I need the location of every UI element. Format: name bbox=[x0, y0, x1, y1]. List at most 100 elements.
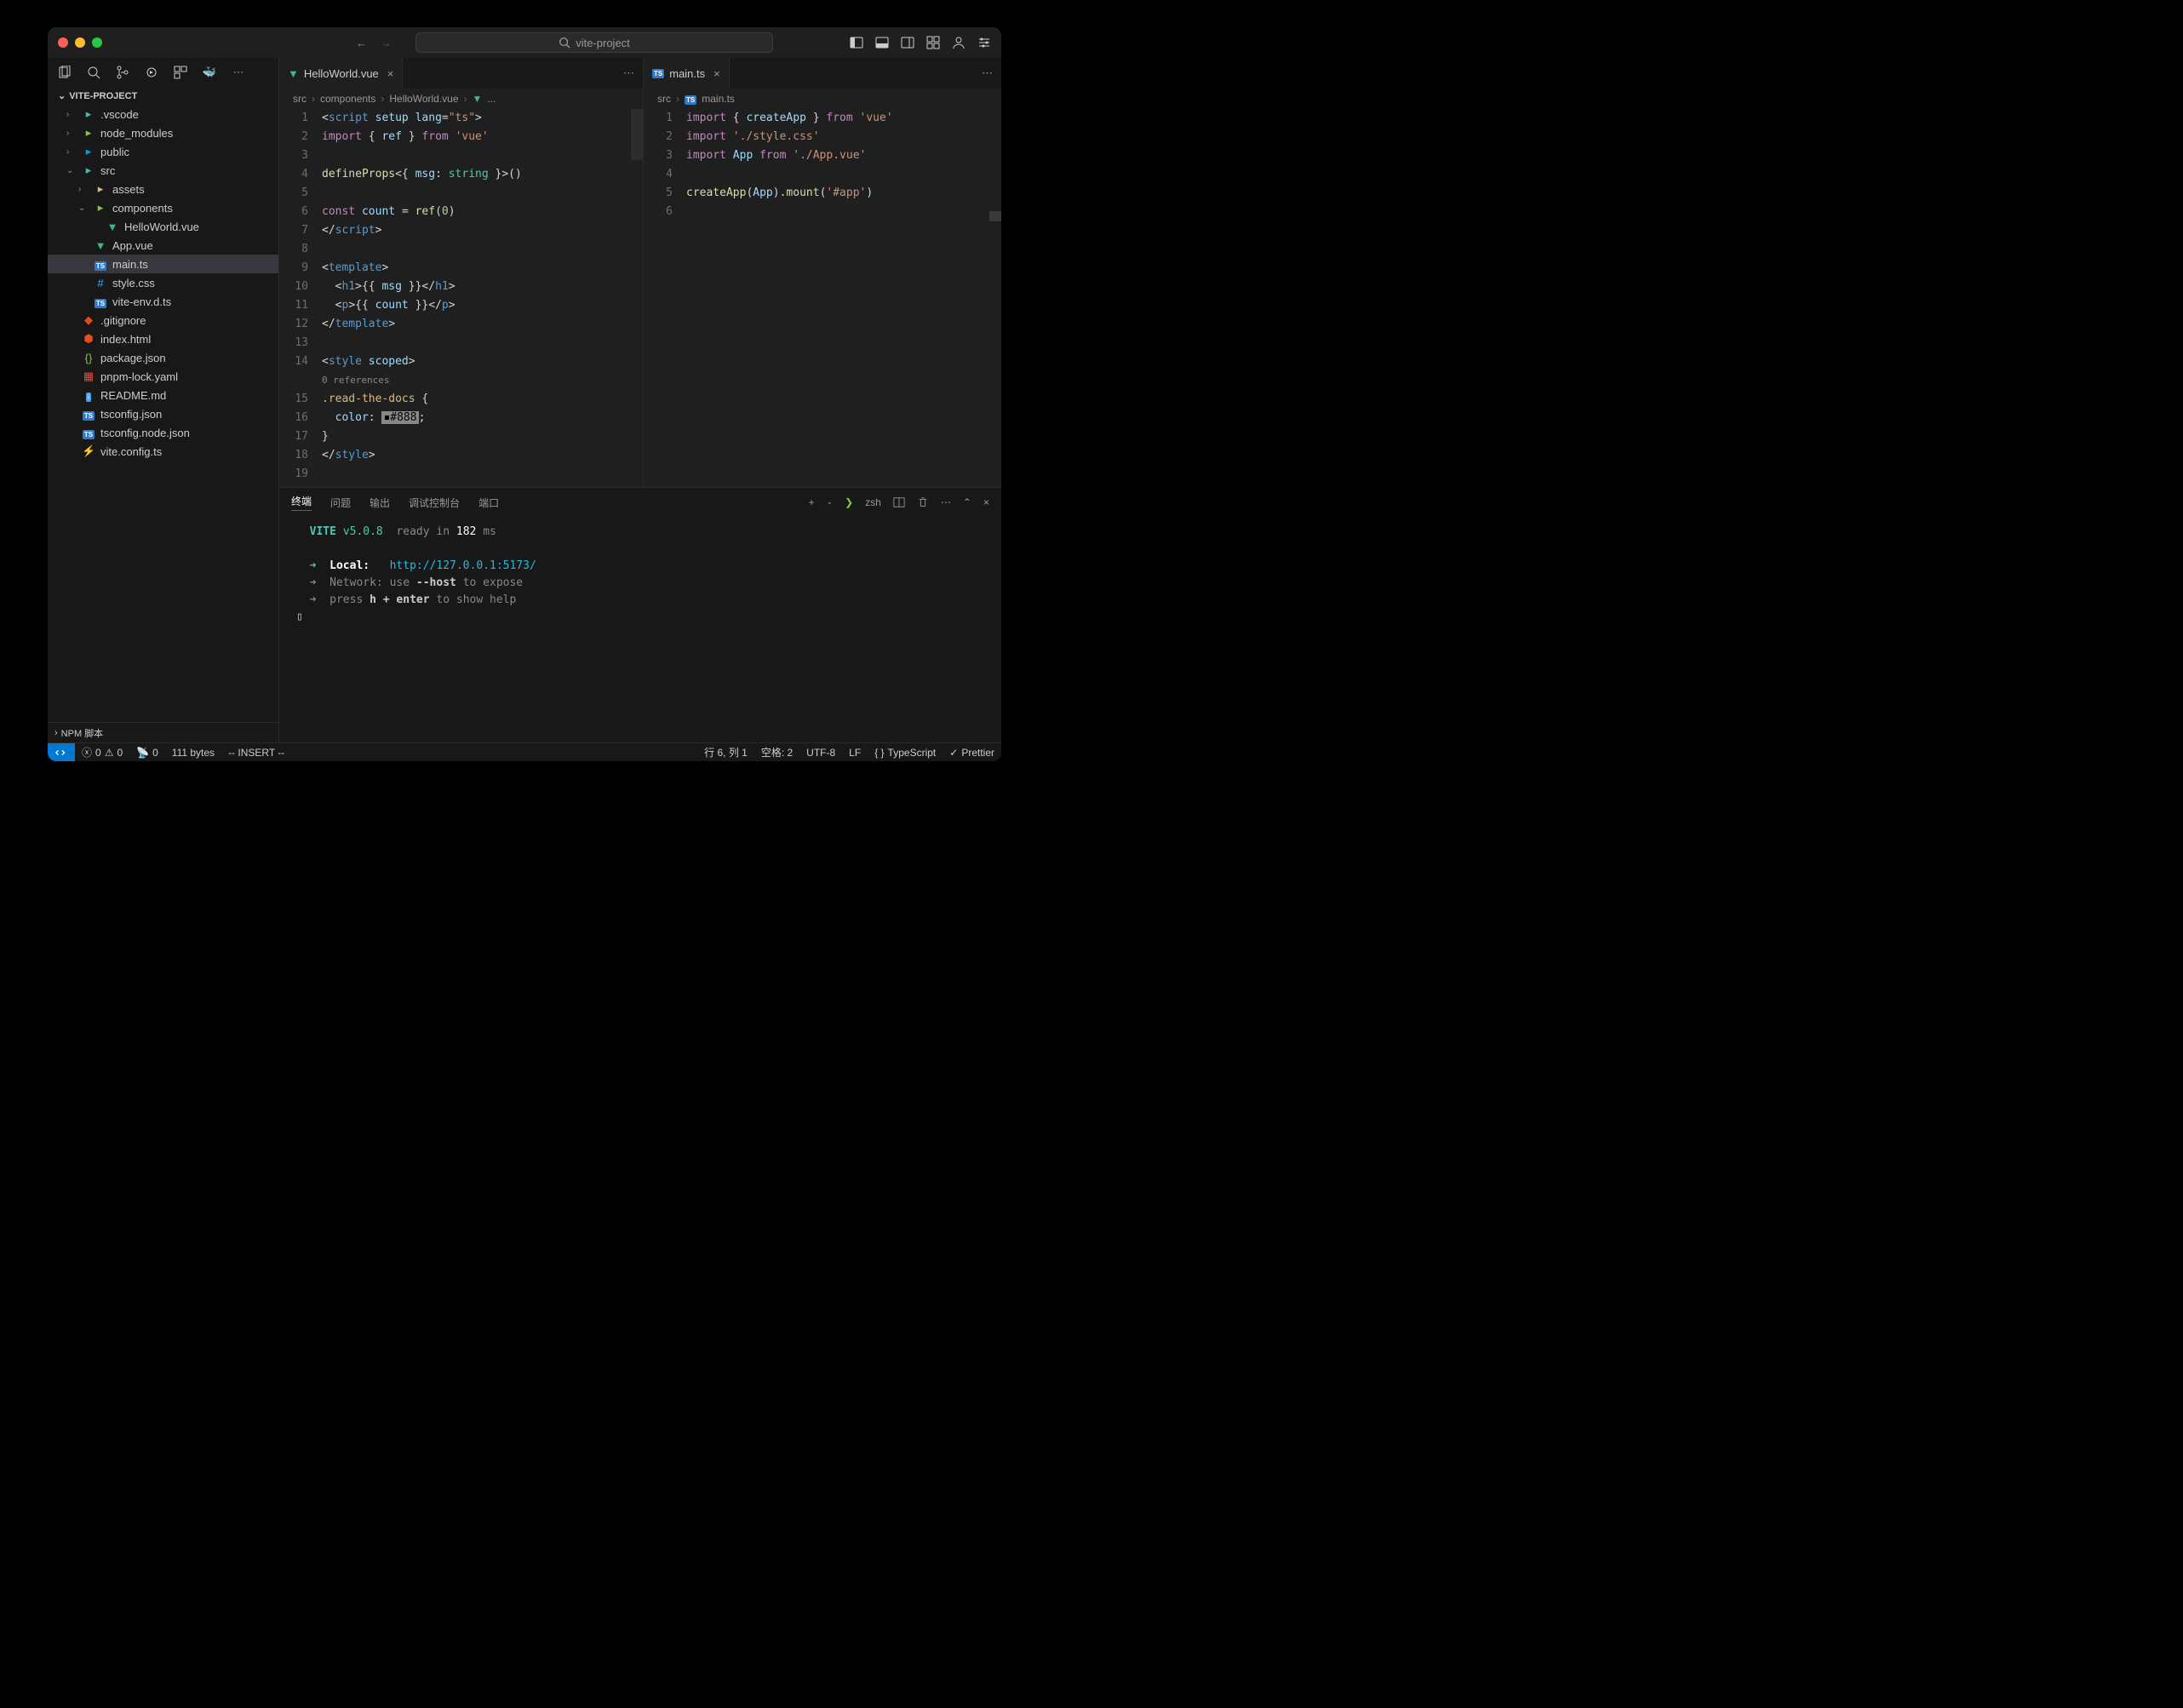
tree-item-HelloWorld-vue[interactable]: ▼HelloWorld.vue bbox=[48, 217, 278, 236]
bottom-panel: 终端 问题 输出 调试控制台 端口 + ⌄ ❯ zsh ⋯ ⌃ × bbox=[279, 487, 1001, 742]
tree-item-public[interactable]: ›▸public bbox=[48, 142, 278, 161]
nav-forward[interactable]: → bbox=[381, 37, 392, 49]
new-terminal-icon[interactable]: + bbox=[809, 496, 815, 508]
tree-item-package-json[interactable]: {}package.json bbox=[48, 348, 278, 367]
source-control-icon[interactable] bbox=[116, 66, 129, 79]
settings-icon[interactable] bbox=[977, 36, 991, 49]
warning-icon: ⚠ bbox=[105, 747, 114, 759]
nav-back[interactable]: ← bbox=[356, 37, 367, 49]
scrollbar-thumb[interactable] bbox=[989, 211, 1001, 221]
trash-icon[interactable] bbox=[917, 496, 929, 509]
tree-item-vite-env-d-ts[interactable]: TSvite-env.d.ts bbox=[48, 292, 278, 311]
titlebar: ← → vite-project bbox=[48, 27, 1001, 58]
tree-item-style-css[interactable]: #style.css bbox=[48, 273, 278, 292]
explorer-icon[interactable] bbox=[58, 66, 72, 79]
layout-sidebar-right-icon[interactable] bbox=[901, 36, 914, 49]
debug-icon[interactable] bbox=[145, 66, 158, 79]
shell-icon: ❯ bbox=[845, 496, 853, 508]
tab-main-ts[interactable]: TS main.ts × bbox=[644, 58, 730, 89]
errors-warnings[interactable]: ⓧ0 ⚠0 bbox=[75, 745, 129, 759]
maximize-window[interactable] bbox=[92, 37, 102, 48]
encoding[interactable]: UTF-8 bbox=[799, 745, 842, 759]
tree-item-App-vue[interactable]: ▼App.vue bbox=[48, 236, 278, 255]
more-icon[interactable]: ⋯ bbox=[232, 66, 245, 79]
cursor-position[interactable]: 行 6, 列 1 bbox=[697, 745, 754, 759]
search-tab-icon[interactable] bbox=[87, 66, 100, 79]
tree-item-assets[interactable]: ›▸assets bbox=[48, 180, 278, 198]
split-terminal-icon[interactable] bbox=[893, 496, 905, 509]
editor-tabs-left: ▼ HelloWorld.vue × ⋯ bbox=[279, 58, 643, 89]
close-panel-icon[interactable]: × bbox=[983, 496, 989, 508]
close-icon[interactable]: × bbox=[387, 67, 394, 80]
tree-item-vite-config-ts[interactable]: ⚡vite.config.ts bbox=[48, 442, 278, 461]
language-mode[interactable]: { } TypeScript bbox=[868, 745, 943, 759]
terminal-output[interactable]: VITE v5.0.8 ready in 182 ms ➜ Local: htt… bbox=[279, 517, 1001, 742]
tab-label: main.ts bbox=[669, 67, 705, 80]
npm-scripts-section[interactable]: › NPM 脚本 bbox=[48, 722, 278, 742]
npm-scripts-label: NPM 脚本 bbox=[61, 726, 104, 740]
sidebar-toolbar: 🐳 ⋯ bbox=[48, 58, 278, 87]
breadcrumb-right[interactable]: src›TS main.ts bbox=[644, 89, 1001, 109]
code-editor-right[interactable]: 1import { createApp } from 'vue'2import … bbox=[644, 109, 1001, 487]
tree-item-README-md[interactable]: iREADME.md bbox=[48, 386, 278, 404]
tree-item-index-html[interactable]: ⬢index.html bbox=[48, 330, 278, 348]
more-icon[interactable]: ⋯ bbox=[623, 66, 634, 80]
search-icon bbox=[559, 37, 570, 49]
vue-icon: ▼ bbox=[288, 67, 299, 80]
docker-icon[interactable]: 🐳 bbox=[203, 66, 216, 79]
tree-item-src[interactable]: ⌄▸src bbox=[48, 161, 278, 180]
minimize-window[interactable] bbox=[75, 37, 85, 48]
chevron-down-icon[interactable]: ⌄ bbox=[827, 497, 834, 507]
search-text: vite-project bbox=[576, 37, 630, 49]
tree-item-tsconfig-node-json[interactable]: TStsconfig.node.json bbox=[48, 423, 278, 442]
editor-pane-right: TS main.ts × ⋯ src›TS main.ts 1import { … bbox=[644, 58, 1001, 487]
customize-layout-icon[interactable] bbox=[926, 36, 940, 49]
tree-item--vscode[interactable]: ›▸.vscode bbox=[48, 105, 278, 123]
eol[interactable]: LF bbox=[842, 745, 868, 759]
layout-panel-icon[interactable] bbox=[875, 36, 889, 49]
panel-actions: + ⌄ ❯ zsh ⋯ ⌃ × bbox=[809, 496, 989, 509]
shell-label[interactable]: zsh bbox=[865, 496, 881, 508]
minimap[interactable] bbox=[631, 109, 643, 160]
panel-tab-ports[interactable]: 端口 bbox=[478, 496, 499, 510]
layout-sidebar-left-icon[interactable] bbox=[850, 36, 863, 49]
statusbar: ⓧ0 ⚠0 📡0 111 bytes -- INSERT -- 行 6, 列 1… bbox=[48, 742, 1001, 761]
tree-item-components[interactable]: ⌄▸components bbox=[48, 198, 278, 217]
tab-helloworld[interactable]: ▼ HelloWorld.vue × bbox=[279, 58, 403, 89]
indentation[interactable]: 空格: 2 bbox=[754, 745, 799, 759]
panel-tab-debug[interactable]: 调试控制台 bbox=[409, 496, 460, 510]
chevron-up-icon[interactable]: ⌃ bbox=[963, 496, 971, 508]
command-center[interactable]: vite-project bbox=[415, 32, 773, 53]
code-editor-left[interactable]: 1<script setup lang="ts">2import { ref }… bbox=[279, 109, 643, 487]
tab-actions-left: ⋯ bbox=[615, 58, 643, 89]
ts-icon: TS bbox=[652, 69, 664, 78]
explorer-header[interactable]: ⌄ VITE-PROJECT bbox=[48, 87, 278, 105]
tree-item-main-ts[interactable]: TSmain.ts bbox=[48, 255, 278, 273]
more-icon[interactable]: ⋯ bbox=[941, 496, 951, 508]
panel-tab-terminal[interactable]: 终端 bbox=[291, 494, 312, 511]
tree-item-pnpm-lock-yaml[interactable]: ▦pnpm-lock.yaml bbox=[48, 367, 278, 386]
file-size[interactable]: 111 bytes bbox=[165, 747, 221, 759]
close-icon[interactable]: × bbox=[713, 67, 720, 80]
tree-item--gitignore[interactable]: ◆.gitignore bbox=[48, 311, 278, 330]
more-icon[interactable]: ⋯ bbox=[982, 66, 993, 80]
prettier-status[interactable]: ✓ Prettier bbox=[943, 745, 1001, 759]
account-icon[interactable] bbox=[952, 36, 965, 49]
tree-item-node_modules[interactable]: ›▸node_modules bbox=[48, 123, 278, 142]
project-name: VITE-PROJECT bbox=[69, 91, 137, 101]
close-window[interactable] bbox=[58, 37, 68, 48]
panel-tab-problems[interactable]: 问题 bbox=[330, 496, 351, 510]
tab-label: HelloWorld.vue bbox=[304, 67, 379, 80]
extensions-icon[interactable] bbox=[174, 66, 187, 79]
nav-arrows: ← → bbox=[356, 37, 392, 49]
panel-tab-output[interactable]: 输出 bbox=[370, 496, 390, 510]
ports-status[interactable]: 📡0 bbox=[129, 747, 165, 759]
antenna-icon: 📡 bbox=[136, 747, 149, 759]
breadcrumb-left[interactable]: src›components›HelloWorld.vue›▼ ... bbox=[279, 89, 643, 109]
tree-item-tsconfig-json[interactable]: TStsconfig.json bbox=[48, 404, 278, 423]
editor-tabs-right: TS main.ts × ⋯ bbox=[644, 58, 1001, 89]
titlebar-right bbox=[850, 36, 991, 49]
vscode-window: ← → vite-project 🐳 ⋯ bbox=[48, 27, 1001, 761]
braces-icon: { } bbox=[874, 747, 884, 759]
remote-indicator[interactable] bbox=[48, 743, 75, 761]
